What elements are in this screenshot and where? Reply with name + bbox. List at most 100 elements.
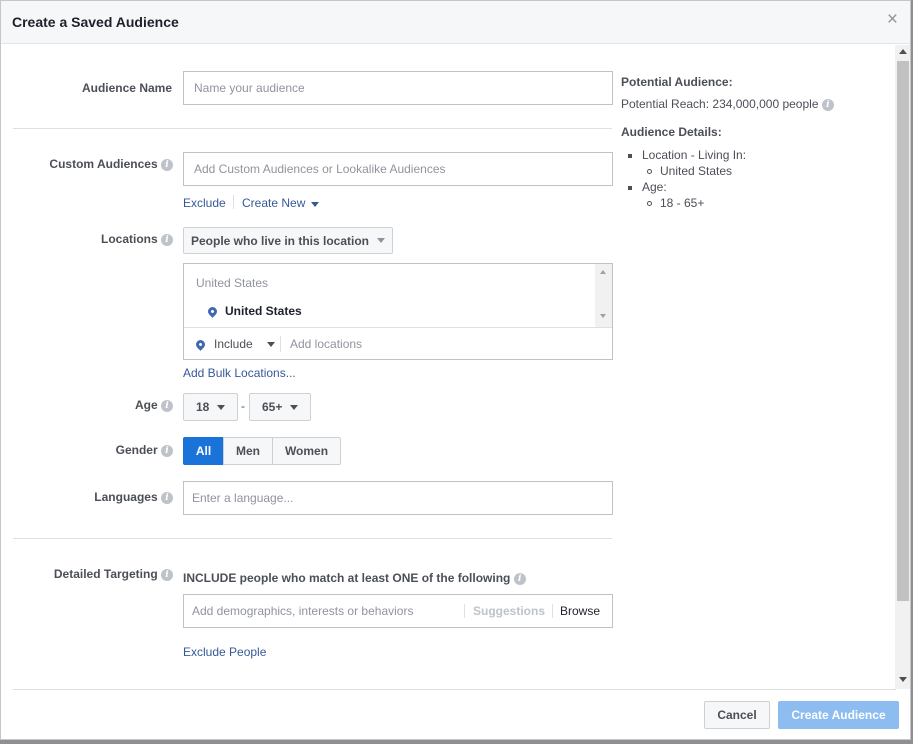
gender-label-text: Gender: [115, 443, 158, 457]
close-icon[interactable]: ×: [887, 10, 898, 30]
custom-audiences-label: Custom Audiences i: [21, 157, 173, 171]
locations-scrollbar[interactable]: [595, 264, 612, 327]
include-separator: [280, 336, 281, 352]
custom-audiences-input[interactable]: Add Custom Audiences or Lookalike Audien…: [183, 152, 613, 186]
locations-label: Locations i: [41, 232, 173, 246]
details-age-label: Age:: [642, 180, 667, 194]
browse-separator: [552, 604, 553, 618]
dialog-footer: Cancel Create Audience: [1, 689, 910, 739]
bullet-icon: [628, 185, 632, 190]
age-separator: -: [241, 399, 245, 413]
chevron-down-icon: [290, 404, 299, 410]
suggestions-button[interactable]: Suggestions: [473, 604, 545, 618]
dialog-body: Audience Name Name your audience Custom …: [1, 45, 896, 689]
locations-box: United States United States Include Add …: [183, 263, 613, 360]
link-separator: [233, 195, 234, 209]
scroll-down-arrow-icon[interactable]: [600, 314, 606, 318]
detailed-targeting-heading: INCLUDE people who match at least ONE of…: [183, 571, 526, 585]
location-pin-icon: [194, 337, 207, 351]
scroll-up-arrow-icon[interactable]: [600, 270, 606, 274]
info-icon[interactable]: i: [161, 491, 173, 504]
details-location-label: Location - Living In:: [642, 148, 747, 162]
languages-label-text: Languages: [94, 490, 158, 504]
bullet-icon: [647, 169, 652, 175]
section-divider: [13, 538, 612, 539]
dialog-header: Create a Saved Audience ×: [1, 1, 910, 44]
locations-list: United States United States: [184, 264, 595, 327]
audience-details-list: Location - Living In: United States Age:…: [621, 147, 834, 211]
details-age-sublist: 18 - 65+: [628, 195, 834, 211]
detailed-targeting-heading-text: INCLUDE people who match at least ONE of…: [183, 571, 511, 585]
age-min-dropdown[interactable]: 18: [183, 393, 238, 421]
details-location-item: Location - Living In: United States: [628, 147, 834, 179]
audience-name-input[interactable]: Name your audience: [183, 71, 613, 105]
custom-audiences-placeholder: Add Custom Audiences or Lookalike Audien…: [194, 162, 446, 176]
gender-all-button[interactable]: All: [183, 437, 224, 465]
dialog-scrollbar[interactable]: [895, 45, 910, 689]
detailed-targeting-label: Detailed Targeting i: [21, 567, 173, 581]
chevron-down-icon: [266, 341, 275, 347]
details-age-item: Age: 18 - 65+: [628, 179, 834, 211]
age-min-value: 18: [196, 400, 210, 414]
chevron-down-icon: [311, 202, 320, 207]
chevron-down-icon: [377, 238, 386, 243]
gender-label: Gender i: [81, 443, 173, 457]
detailed-targeting-input[interactable]: Add demographics, interests or behaviors…: [183, 594, 613, 628]
gender-women-button[interactable]: Women: [272, 437, 341, 465]
bullet-icon: [647, 201, 652, 207]
add-locations-input[interactable]: Add locations: [290, 337, 590, 351]
section-divider: [13, 128, 612, 129]
selected-location-label: United States: [225, 304, 302, 318]
detailed-targeting-label-text: Detailed Targeting: [53, 567, 158, 581]
audience-name-label: Audience Name: [81, 81, 172, 95]
detailed-targeting-placeholder: Add demographics, interests or behaviors: [192, 604, 414, 618]
location-pin-icon: [206, 304, 219, 318]
include-dropdown[interactable]: Include: [194, 337, 275, 351]
exclude-custom-audiences-link[interactable]: Exclude: [183, 196, 226, 210]
location-type-value: People who live in this location: [190, 233, 370, 248]
details-age-value: 18 - 65+: [660, 196, 705, 210]
footer-divider: [13, 689, 896, 690]
age-max-dropdown[interactable]: 65+: [249, 393, 311, 421]
age-label-text: Age: [134, 398, 158, 412]
custom-audiences-label-text: Custom Audiences: [49, 157, 158, 171]
potential-audience-title: Potential Audience:: [621, 75, 733, 89]
locations-label-text: Locations: [100, 232, 158, 246]
info-icon[interactable]: i: [161, 399, 173, 412]
add-locations-placeholder: Add locations: [290, 337, 363, 351]
age-label: Age i: [101, 398, 173, 412]
info-icon[interactable]: i: [161, 444, 173, 457]
bullet-icon: [628, 153, 632, 158]
browse-button[interactable]: Browse: [560, 604, 600, 618]
info-icon[interactable]: i: [821, 98, 834, 111]
exclude-people-link[interactable]: Exclude People: [183, 645, 266, 659]
dialog-title: Create a Saved Audience: [12, 14, 179, 30]
create-new-label: Create New: [242, 196, 306, 210]
info-icon[interactable]: i: [161, 568, 173, 581]
suggestions-separator: [464, 604, 465, 618]
details-location-sublist: United States: [628, 163, 834, 179]
create-new-link[interactable]: Create New: [242, 196, 320, 210]
selected-location-item[interactable]: United States: [206, 304, 302, 318]
info-icon[interactable]: i: [161, 233, 173, 246]
scroll-up-arrow-icon[interactable]: [899, 49, 907, 54]
cancel-button[interactable]: Cancel: [704, 701, 770, 729]
info-icon[interactable]: i: [513, 572, 526, 585]
gender-men-button[interactable]: Men: [223, 437, 273, 465]
scrollbar-thumb[interactable]: [897, 61, 909, 601]
languages-label: Languages i: [61, 490, 173, 504]
languages-placeholder: Enter a language...: [192, 491, 294, 505]
chevron-down-icon: [217, 404, 226, 410]
info-icon[interactable]: i: [161, 158, 173, 171]
languages-input[interactable]: Enter a language...: [183, 481, 613, 515]
age-max-value: 65+: [262, 400, 283, 414]
details-location-value: United States: [660, 164, 733, 178]
audience-summary-panel: Potential Audience: Potential Reach: 234…: [621, 75, 834, 211]
potential-reach-row: Potential Reach: 234,000,000 people i: [621, 97, 834, 111]
audience-name-placeholder: Name your audience: [194, 81, 305, 95]
location-type-dropdown[interactable]: People who live in this location: [183, 227, 393, 254]
create-saved-audience-dialog: Create a Saved Audience × Audience Name …: [0, 0, 911, 740]
add-bulk-locations-link[interactable]: Add Bulk Locations...: [183, 366, 296, 380]
create-audience-button[interactable]: Create Audience: [778, 701, 899, 729]
scroll-down-arrow-icon[interactable]: [899, 677, 907, 682]
